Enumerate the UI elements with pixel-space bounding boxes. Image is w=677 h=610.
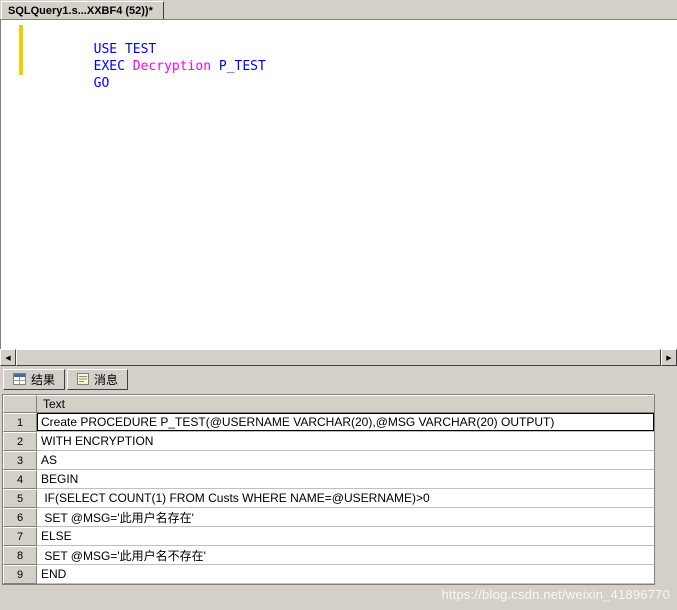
tab-results-label: 结果 (31, 372, 56, 387)
row-cell[interactable]: ELSE (37, 527, 654, 546)
row-cell[interactable]: BEGIN (37, 470, 654, 489)
tab-messages[interactable]: 消息 (67, 368, 129, 390)
row-cell[interactable]: SET @MSG='此用户名不存在' (37, 546, 654, 565)
row-number[interactable]: 1 (3, 413, 37, 432)
column-header-text[interactable]: Text (37, 395, 654, 413)
scroll-right-icon: ▶ (666, 354, 672, 362)
watermark: https://blog.csdn.net/weixin_41896770 (441, 587, 670, 602)
scroll-right-button[interactable]: ▶ (661, 349, 677, 366)
horizontal-scrollbar[interactable]: ◀ ▶ (0, 349, 677, 366)
row-number[interactable]: 9 (3, 565, 37, 584)
document-tabstrip: SQLQuery1.s...XXBF4 (52))* (0, 0, 677, 19)
row-cell[interactable]: END (37, 565, 654, 584)
row-number[interactable]: 3 (3, 451, 37, 470)
grid-header-row: Text (3, 395, 654, 413)
code-text: USE TEST EXEC Decryption P_TEST GO (31, 24, 673, 345)
document-tab[interactable]: SQLQuery1.s...XXBF4 (52))* (1, 1, 164, 19)
code-line: USE TEST (31, 24, 673, 57)
tab-messages-label: 消息 (94, 372, 119, 387)
column-header-label: Text (43, 397, 66, 411)
grid-corner-cell[interactable] (3, 395, 37, 413)
sql-token: P_TEST (218, 59, 266, 74)
tab-results[interactable]: 结果 (3, 368, 66, 390)
row-number[interactable]: 4 (3, 470, 37, 489)
table-row[interactable]: 4 BEGIN (3, 470, 654, 489)
table-row[interactable]: 6 SET @MSG='此用户名存在' (3, 508, 654, 527)
row-number[interactable]: 6 (3, 508, 37, 527)
row-number[interactable]: 5 (3, 489, 37, 508)
sql-token: TEST (124, 42, 157, 57)
row-cell[interactable]: WITH ENCRYPTION (37, 432, 654, 451)
results-grid-icon (13, 373, 26, 385)
results-grid: Text 1 Create PROCEDURE P_TEST(@USERNAME… (2, 394, 655, 585)
table-row[interactable]: 3 AS (3, 451, 654, 470)
scroll-left-icon: ◀ (5, 354, 11, 362)
row-cell[interactable]: IF(SELECT COUNT(1) FROM Custs WHERE NAME… (37, 489, 654, 508)
change-tracking-bar (19, 25, 23, 75)
sql-token: GO (93, 76, 110, 91)
row-number[interactable]: 2 (3, 432, 37, 451)
row-cell[interactable]: SET @MSG='此用户名存在' (37, 508, 654, 527)
table-row[interactable]: 2 WITH ENCRYPTION (3, 432, 654, 451)
table-row[interactable]: 7 ELSE (3, 527, 654, 546)
sql-token: Decryption (132, 59, 219, 74)
row-cell[interactable]: Create PROCEDURE P_TEST(@USERNAME VARCHA… (37, 413, 654, 432)
results-pane-tabstrip: 结果 消息 (0, 366, 677, 392)
document-tab-title: SQLQuery1.s...XXBF4 (52))* (8, 4, 153, 17)
code-editor[interactable]: USE TEST EXEC Decryption P_TEST GO (0, 19, 677, 349)
row-number[interactable]: 7 (3, 527, 37, 546)
scroll-thumb[interactable] (16, 349, 661, 366)
table-row[interactable]: 5 IF(SELECT COUNT(1) FROM Custs WHERE NA… (3, 489, 654, 508)
row-cell[interactable]: AS (37, 451, 654, 470)
scroll-left-button[interactable]: ◀ (0, 349, 16, 366)
sql-token: USE (93, 42, 125, 57)
ssms-query-window: SQLQuery1.s...XXBF4 (52))* USE TEST EXEC… (0, 0, 677, 610)
table-row[interactable]: 9 END (3, 565, 654, 584)
table-row[interactable]: 8 SET @MSG='此用户名不存在' (3, 546, 654, 565)
messages-icon (77, 373, 90, 385)
sql-token: EXEC (93, 59, 133, 74)
table-row[interactable]: 1 Create PROCEDURE P_TEST(@USERNAME VARC… (3, 413, 654, 432)
row-number[interactable]: 8 (3, 546, 37, 565)
